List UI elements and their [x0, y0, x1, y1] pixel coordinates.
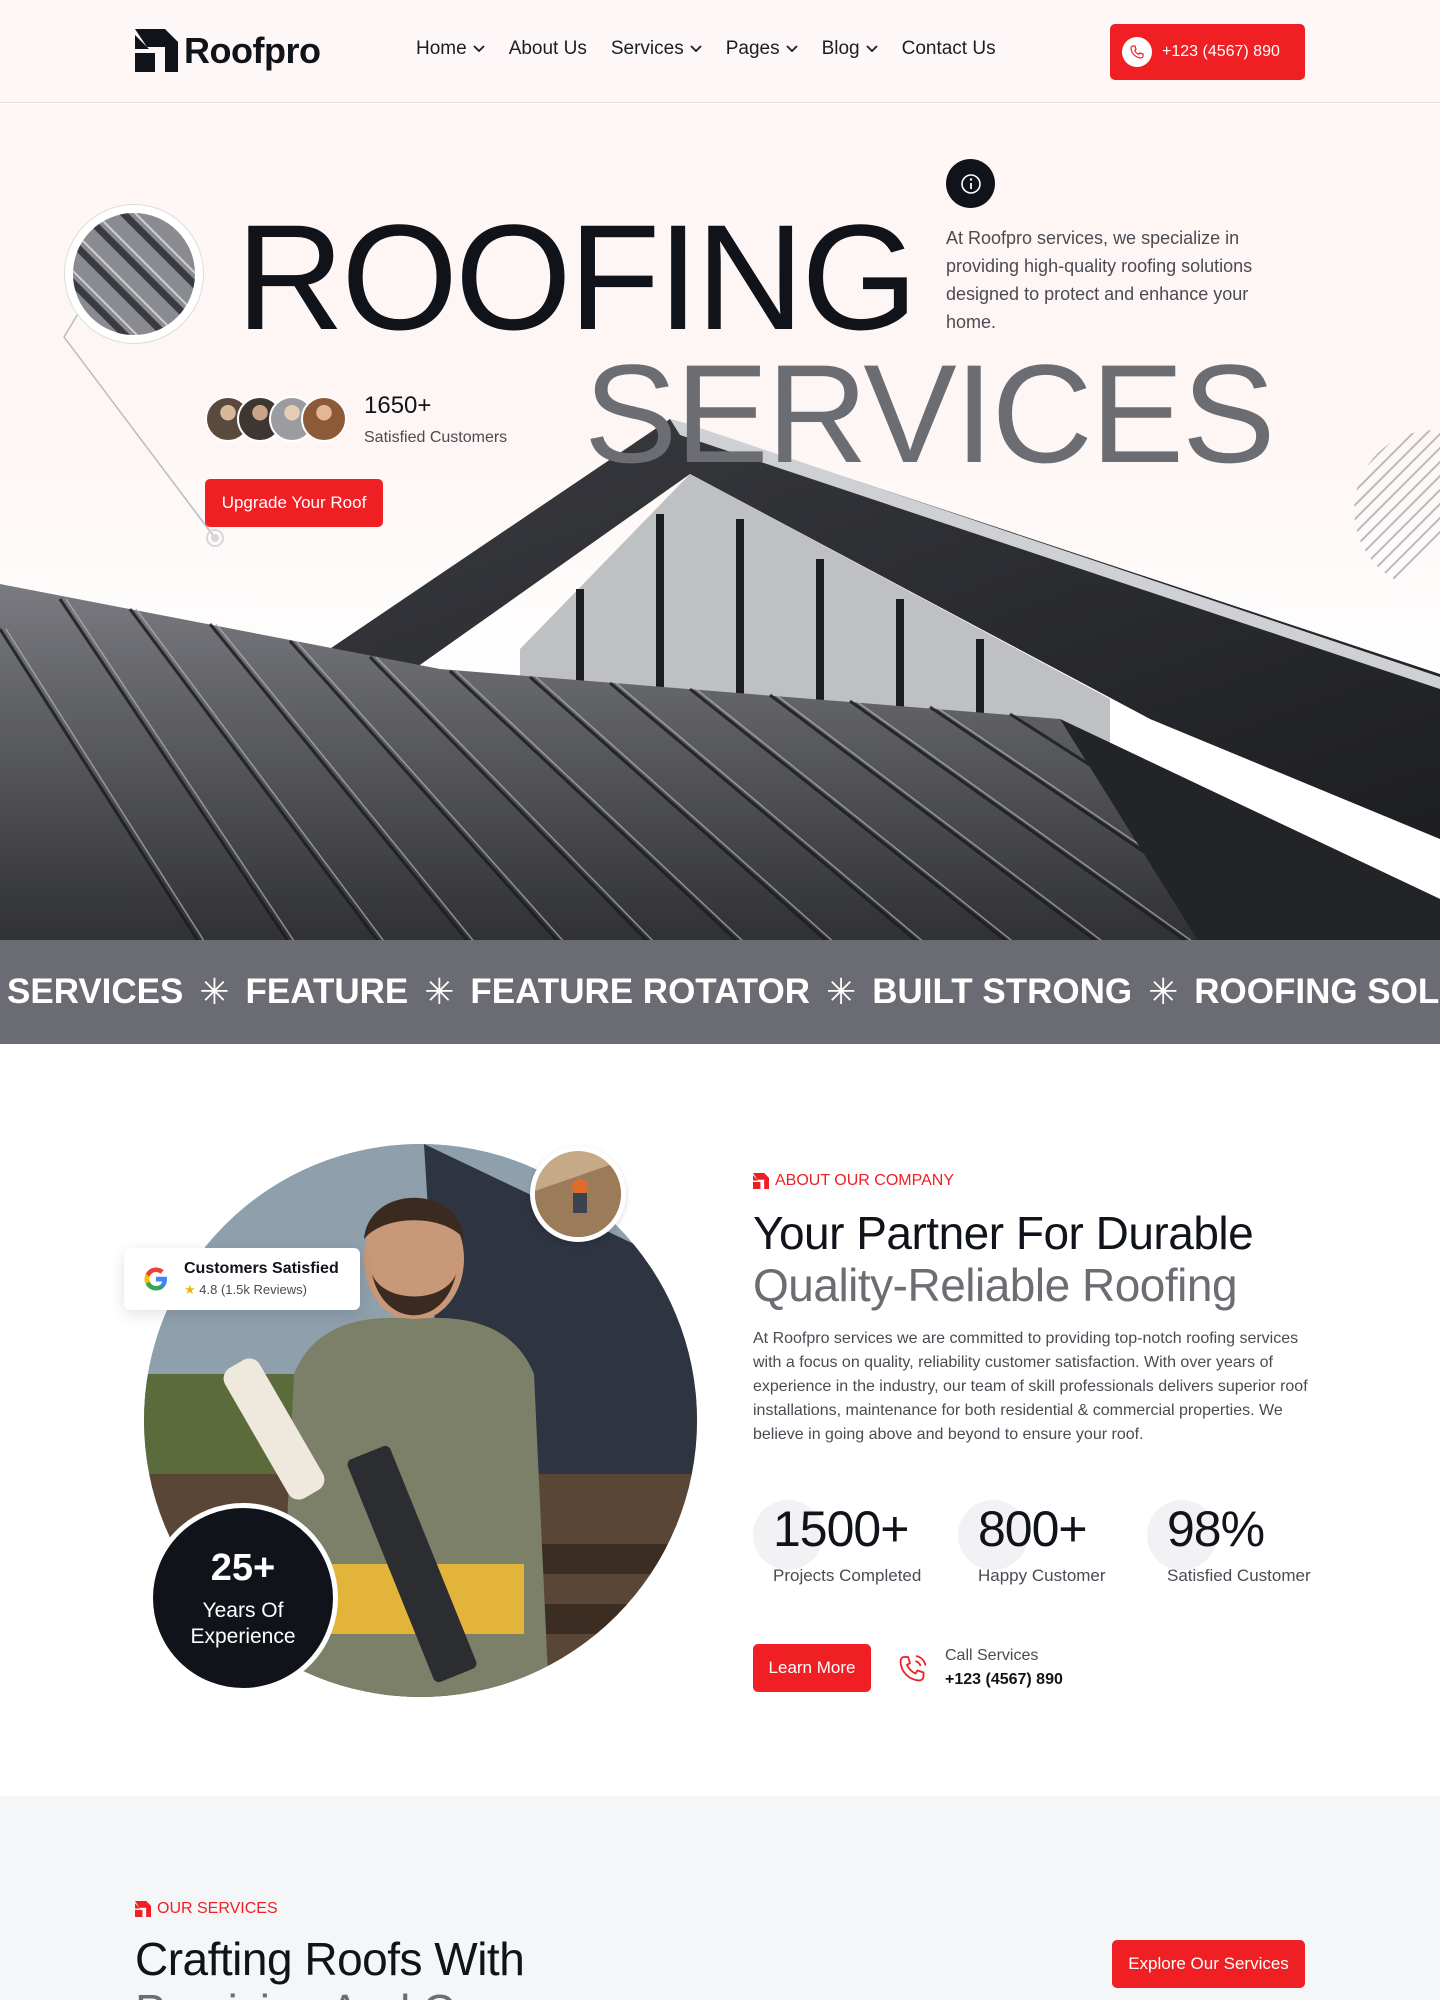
- google-icon: [144, 1267, 167, 1291]
- roofer-working-thumbnail: [530, 1146, 626, 1242]
- main-nav: Home About Us Services Pages Blog Contac…: [416, 38, 996, 60]
- ticker-item: BUILT STRONG: [872, 972, 1133, 1011]
- asterisk-icon: ✳: [424, 971, 455, 1012]
- nav-home-label: Home: [416, 38, 467, 59]
- ticker-item: FEATURE ROTATOR: [470, 972, 811, 1011]
- stat-projects: 1500+ Projects Completed: [753, 1500, 922, 1586]
- stat-value: 1500+: [773, 1501, 909, 1557]
- logo-mark-icon: [135, 1901, 151, 1917]
- header-phone-button[interactable]: +123 (4567) 890: [1110, 24, 1305, 80]
- nav-blog[interactable]: Blog: [822, 38, 878, 60]
- avatar: [301, 396, 347, 442]
- site-header: Roofpro Home About Us Services Pages Blo…: [0, 0, 1440, 103]
- chevron-down-icon: [865, 45, 878, 53]
- hero-section: ROOFING SERVICES At Roofpro services, we…: [0, 104, 1440, 940]
- logo[interactable]: Roofpro: [135, 29, 321, 72]
- hero-description: At Roofpro services, we specialize in pr…: [946, 228, 1253, 332]
- about-eyebrow: ABOUT OUR COMPANY: [753, 1172, 954, 1190]
- logo-mark-icon: [135, 29, 178, 72]
- stat-satisfaction: 98% Satisfied Customer: [1147, 1500, 1311, 1586]
- about-heading-line-1: Your Partner For Durable: [753, 1207, 1254, 1259]
- logo-mark-icon: [753, 1173, 769, 1189]
- logo-text: Roofpro: [184, 29, 321, 71]
- call-services-number[interactable]: +123 (4567) 890: [945, 1671, 1063, 1689]
- asterisk-icon: ✳: [199, 971, 230, 1012]
- services-section: OUR SERVICES Crafting Roofs With Precisi…: [0, 1796, 1440, 2000]
- info-icon[interactable]: [946, 159, 995, 208]
- stat-value: 98%: [1167, 1501, 1265, 1557]
- nav-services[interactable]: Services: [611, 38, 702, 60]
- explore-services-button[interactable]: Explore Our Services: [1112, 1940, 1305, 1988]
- nav-about[interactable]: About Us: [509, 38, 587, 60]
- call-services-label: Call Services: [945, 1647, 1039, 1664]
- roof-sample-thumbnail: [64, 204, 204, 344]
- nav-contact-label: Contact Us: [901, 38, 996, 59]
- customers-count: 1650+: [364, 392, 432, 419]
- nav-about-label: About Us: [508, 38, 587, 59]
- about-description: At Roofpro services we are committed to …: [753, 1330, 1308, 1443]
- about-heading-line-2: Quality-Reliable Roofing: [753, 1259, 1238, 1311]
- header-phone-number: +123 (4567) 890: [1162, 43, 1280, 60]
- upgrade-roof-button[interactable]: Upgrade Your Roof: [205, 479, 383, 527]
- chevron-down-icon: [785, 45, 798, 53]
- learn-more-button[interactable]: Learn More: [753, 1644, 871, 1692]
- roof-sample-image: [73, 213, 195, 335]
- stat-label: Happy Customer: [978, 1566, 1106, 1585]
- nav-home[interactable]: Home: [416, 38, 485, 60]
- services-eyebrow-text: OUR SERVICES: [157, 1900, 278, 1917]
- ticker-item: FEATURE: [245, 972, 409, 1011]
- experience-years: 25+: [210, 1546, 276, 1589]
- ticker-item: SERVICES: [7, 972, 184, 1011]
- nav-pages-label: Pages: [725, 38, 780, 59]
- ticker-item: ROOFING SOLUTIONS: [1194, 972, 1440, 1011]
- stat-customers: 800+ Happy Customer: [958, 1500, 1106, 1586]
- about-eyebrow-text: ABOUT OUR COMPANY: [775, 1172, 954, 1189]
- chevron-down-icon: [690, 45, 702, 53]
- chevron-down-icon: [473, 45, 485, 53]
- nav-contact[interactable]: Contact Us: [902, 38, 996, 60]
- experience-label: Years Of Experience: [190, 1598, 296, 1648]
- review-rating: 4.8 (1.5k Reviews): [199, 1282, 307, 1297]
- stat-label: Projects Completed: [773, 1566, 922, 1585]
- hero-title-line-2: SERVICES: [584, 335, 1275, 492]
- customer-avatars: [205, 396, 347, 442]
- phone-icon: [1122, 37, 1152, 67]
- nav-services-label: Services: [610, 38, 684, 59]
- customers-label: Satisfied Customers: [364, 429, 508, 446]
- star-icon: ★: [184, 1282, 196, 1297]
- stat-value: 800+: [978, 1501, 1088, 1557]
- nav-blog-label: Blog: [821, 38, 860, 59]
- services-heading-line-2: Precision And Care: [135, 1984, 520, 2000]
- hero-title-line-1: ROOFING: [236, 193, 918, 361]
- services-heading-line-1: Crafting Roofs With: [135, 1933, 525, 1985]
- customers-satisfied-card: Customers Satisfied ★ 4.8 (1.5k Reviews): [124, 1248, 360, 1310]
- services-eyebrow: OUR SERVICES: [135, 1900, 278, 1918]
- phone-call-icon[interactable]: [896, 1652, 930, 1686]
- stat-label: Satisfied Customer: [1167, 1566, 1311, 1585]
- review-title: Customers Satisfied: [184, 1260, 339, 1277]
- experience-badge: 25+ Years Of Experience: [148, 1503, 338, 1693]
- feature-ticker: SERVICES ✳ FEATURE ✳ FEATURE ROTATOR ✳ B…: [0, 940, 1440, 1044]
- asterisk-icon: ✳: [1148, 971, 1179, 1012]
- nav-pages[interactable]: Pages: [726, 38, 798, 60]
- asterisk-icon: ✳: [826, 971, 857, 1012]
